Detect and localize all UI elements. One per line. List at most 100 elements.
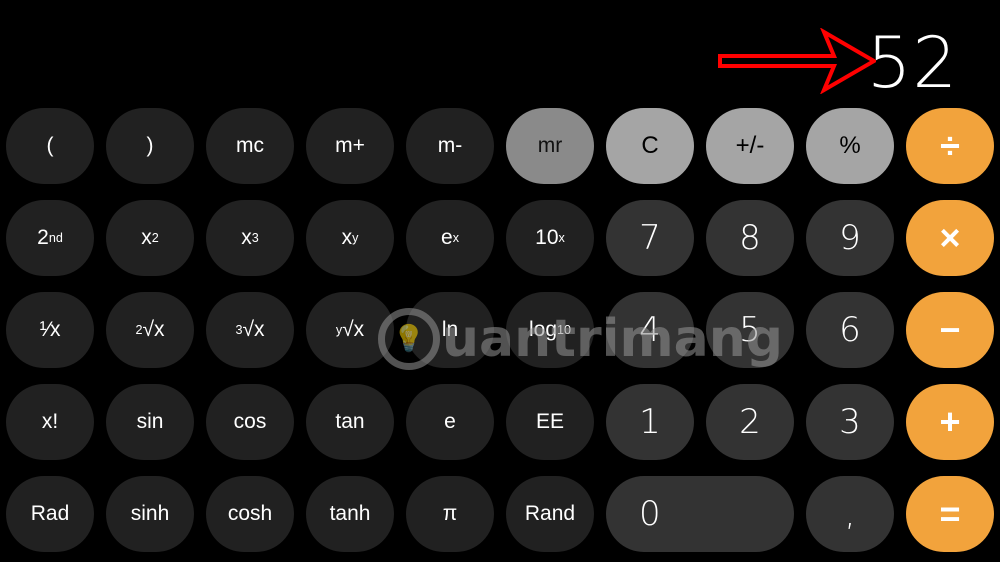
key-label: 6: [839, 310, 861, 350]
key-label: ¹⁄x: [39, 318, 61, 341]
multiply-button[interactable]: ×: [906, 200, 994, 276]
key-label: ): [146, 134, 154, 157]
result-display: 52: [866, 22, 958, 104]
digit-9-button[interactable]: 9: [806, 200, 894, 276]
digit-3-button[interactable]: 3: [806, 384, 894, 460]
key-label: 9: [839, 218, 861, 258]
key-label: +/-: [735, 132, 765, 159]
x-cubed-button[interactable]: x3: [206, 200, 294, 276]
key-label: EE: [535, 410, 564, 433]
cube-root-button[interactable]: 3 √x: [206, 292, 294, 368]
clear-button[interactable]: C: [606, 108, 694, 184]
key-label: x!: [41, 410, 59, 433]
second-function-button[interactable]: 2nd: [6, 200, 94, 276]
key-label: 3: [839, 402, 861, 442]
key-label: 1: [639, 402, 661, 442]
add-button[interactable]: +: [906, 384, 994, 460]
log-10-button[interactable]: log 10: [506, 292, 594, 368]
digit-2-button[interactable]: 2: [706, 384, 794, 460]
cosh-button[interactable]: cosh: [206, 476, 294, 552]
key-label: −: [939, 309, 961, 350]
key-label: tanh: [329, 502, 371, 525]
key-label: 4: [639, 310, 661, 350]
random-button[interactable]: Rand: [506, 476, 594, 552]
digit-1-button[interactable]: 1: [606, 384, 694, 460]
e-power-x-button[interactable]: ex: [406, 200, 494, 276]
key-label: sin: [136, 410, 164, 433]
key-label: tan: [335, 410, 365, 433]
key-label: Rad: [30, 502, 70, 525]
equals-button[interactable]: =: [906, 476, 994, 552]
key-label: x: [141, 226, 152, 249]
natural-log-button[interactable]: ln: [406, 292, 494, 368]
key-label: cos: [233, 410, 267, 433]
red-arrow-annotation: [718, 28, 876, 94]
key-label: x: [241, 226, 252, 249]
decimal-button[interactable]: ,: [806, 476, 894, 552]
key-label: 7: [639, 218, 661, 258]
key-label: ÷: [940, 125, 960, 166]
digit-7-button[interactable]: 7: [606, 200, 694, 276]
digit-6-button[interactable]: 6: [806, 292, 894, 368]
key-label: ln: [441, 318, 459, 341]
key-label: sinh: [130, 502, 170, 525]
close-paren-button[interactable]: ): [106, 108, 194, 184]
key-label: ×: [939, 217, 961, 258]
sinh-button[interactable]: sinh: [106, 476, 194, 552]
key-label: (: [46, 134, 54, 157]
key-label: =: [939, 493, 961, 534]
key-label: 0: [639, 494, 661, 534]
sin-button[interactable]: sin: [106, 384, 194, 460]
key-label: √x: [242, 318, 265, 341]
exponent-ee-button[interactable]: EE: [506, 384, 594, 460]
y-root-button[interactable]: y √x: [306, 292, 394, 368]
key-label: ,: [844, 494, 856, 534]
key-label: √x: [342, 318, 365, 341]
key-label: m-: [437, 134, 463, 157]
percent-button[interactable]: %: [806, 108, 894, 184]
key-label: π: [442, 502, 458, 525]
euler-e-button[interactable]: e: [406, 384, 494, 460]
divide-button[interactable]: ÷: [906, 108, 994, 184]
key-label: 10: [535, 226, 559, 249]
key-label: m+: [335, 134, 365, 157]
subtract-button[interactable]: −: [906, 292, 994, 368]
cos-button[interactable]: cos: [206, 384, 294, 460]
ten-power-x-button[interactable]: 10 x: [506, 200, 594, 276]
key-label: log: [528, 318, 557, 341]
key-label: +: [939, 401, 961, 442]
digit-0-button[interactable]: 0: [606, 476, 794, 552]
key-label: 8: [739, 218, 761, 258]
key-label: 2: [37, 226, 49, 249]
factorial-button[interactable]: x!: [6, 384, 94, 460]
key-label: e: [441, 226, 453, 249]
key-label: mc: [236, 134, 264, 157]
x-squared-button[interactable]: x2: [106, 200, 194, 276]
x-power-y-button[interactable]: xy: [306, 200, 394, 276]
memory-recall-button[interactable]: mr: [506, 108, 594, 184]
key-label: C: [641, 132, 659, 159]
reciprocal-button[interactable]: ¹⁄x: [6, 292, 94, 368]
tanh-button[interactable]: tanh: [306, 476, 394, 552]
key-label: Rand: [524, 502, 576, 525]
memory-add-button[interactable]: m+: [306, 108, 394, 184]
key-label: 5: [739, 310, 761, 350]
key-label: e: [444, 410, 456, 433]
square-root-button[interactable]: 2 √x: [106, 292, 194, 368]
key-label: mr: [537, 134, 563, 157]
digit-5-button[interactable]: 5: [706, 292, 794, 368]
radians-button[interactable]: Rad: [6, 476, 94, 552]
digit-8-button[interactable]: 8: [706, 200, 794, 276]
plus-minus-button[interactable]: +/-: [706, 108, 794, 184]
pi-button[interactable]: π: [406, 476, 494, 552]
keypad: () mc m+ m-mr C +/-% ÷ 2nd x 2 x 3 x y e x 10 x 7 8 9 × ¹⁄x 2 √x…: [6, 108, 994, 560]
key-label: %: [839, 132, 861, 159]
key-label: x: [341, 226, 353, 249]
tan-button[interactable]: tan: [306, 384, 394, 460]
open-paren-button[interactable]: (: [6, 108, 94, 184]
digit-4-button[interactable]: 4: [606, 292, 694, 368]
memory-subtract-button[interactable]: m-: [406, 108, 494, 184]
memory-clear-button[interactable]: mc: [206, 108, 294, 184]
key-label: 2: [739, 402, 761, 442]
key-label: cosh: [227, 502, 273, 525]
